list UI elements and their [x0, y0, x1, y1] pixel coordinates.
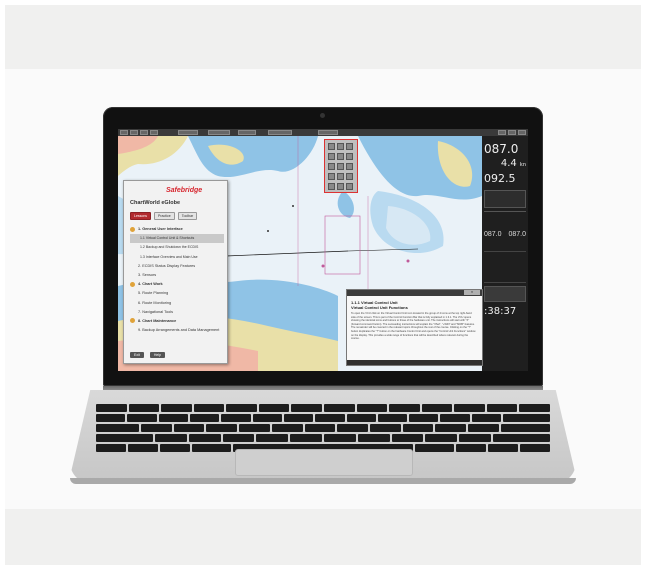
vcu-key[interactable] [346, 183, 353, 190]
clock-readout: :38:37 [484, 306, 517, 317]
course-menu-window: Safebridge ChartWorld eGlobe Lessons Pra… [123, 180, 228, 364]
course-readout: 092.5 [484, 172, 516, 185]
lesson-item[interactable]: 1.3 Interface Overview and Main Use [130, 253, 224, 262]
lesson-item[interactable]: 7. Navigational Tools [130, 308, 224, 317]
laptop-base-lip [70, 478, 576, 484]
vcu-key[interactable] [346, 173, 353, 180]
keyboard-row [95, 424, 551, 432]
vcu-key[interactable] [328, 183, 335, 190]
reading-right: 087.0 [508, 231, 526, 238]
mode-panel[interactable] [484, 190, 526, 208]
toolbar-button[interactable] [140, 130, 148, 135]
help-button[interactable]: Help [149, 352, 166, 358]
info-panel-footer[interactable] [347, 360, 482, 365]
safebridge-logo: Safebridge [166, 187, 203, 194]
vcu-key[interactable] [346, 163, 353, 170]
reading-pair: 087.0 087.0 [484, 231, 526, 238]
toolbar-button[interactable] [508, 130, 516, 135]
lesson-item[interactable]: 1.2 Backup and Shutdown the ECDIS [130, 243, 224, 252]
heading-readout: 087.0 [484, 142, 519, 156]
laptop-trackpad [235, 449, 413, 476]
info-panel-header: ✕ [347, 290, 482, 296]
lesson-item[interactable]: 1. General User Interface [130, 225, 224, 234]
webcam [320, 113, 325, 118]
tab-lessons[interactable]: Lessons [130, 212, 152, 220]
virtual-control-unit[interactable] [324, 139, 358, 193]
vcu-key[interactable] [328, 153, 335, 160]
keyboard-row [96, 414, 550, 422]
lesson-list: 1. General User Interface 1.1 Virtual Co… [130, 225, 224, 335]
vcu-key[interactable] [328, 173, 335, 180]
laptop-keyboard [95, 404, 551, 452]
vcu-key[interactable] [337, 143, 344, 150]
info-subheading: Virtual Control Unit Functions [351, 305, 408, 310]
reading-left: 087.0 [484, 231, 502, 238]
lesson-item[interactable]: 2. ECDIS Status Display Features [130, 262, 224, 271]
exit-button[interactable]: Exit [130, 352, 144, 358]
background-band-bottom [5, 509, 641, 565]
lesson-item[interactable]: 5. Route Planning [130, 289, 224, 298]
divider [484, 211, 526, 212]
course-tabs: Lessons Practice Toolbar [130, 212, 198, 220]
background-band-top [5, 5, 641, 69]
toolbar-button[interactable] [318, 130, 338, 135]
speed-readout: 4.4 kn [484, 158, 526, 169]
section-dot-icon [130, 226, 135, 232]
lesson-item[interactable]: 6. Route Monitoring [130, 299, 224, 308]
vcu-key[interactable] [328, 163, 335, 170]
lesson-item[interactable]: 8. Chart Maintenance [130, 317, 224, 326]
sensor-sidebar: 087.0 4.4 kn 092.5 087.0 087.0 :38:37 [482, 136, 528, 371]
toolbar-button[interactable] [498, 130, 506, 135]
dialog-buttons: Exit Help [130, 352, 166, 358]
toolbar-button[interactable] [208, 130, 230, 135]
info-body-text: To open the VCU click on the Virtual Con… [351, 312, 476, 341]
lesson-item[interactable]: 9. Backup Arrangements and Data Manageme… [130, 326, 224, 335]
vcu-key[interactable] [337, 163, 344, 170]
laptop-lid: 087.0 4.4 kn 092.5 087.0 087.0 :38:37 Sa… [103, 107, 543, 386]
vcu-key[interactable] [337, 183, 344, 190]
ecdis-toolbar [118, 129, 528, 136]
vcu-key[interactable] [328, 143, 335, 150]
section-dot-icon [130, 318, 135, 324]
nav-data-panel [484, 251, 526, 283]
toolbar-button[interactable] [130, 130, 138, 135]
toolbar-button[interactable] [238, 130, 256, 135]
toolbar-button[interactable] [120, 130, 128, 135]
lesson-item-selected[interactable]: 1.1 Virtual Control Unit & Shortcuts [130, 234, 224, 244]
status-panel [484, 286, 526, 302]
tab-toolbar[interactable]: Toolbar [177, 212, 198, 220]
toolbar-button[interactable] [178, 130, 198, 135]
vcu-key[interactable] [346, 153, 353, 160]
course-title: ChartWorld eGlobe [130, 200, 181, 206]
section-dot-icon [130, 281, 135, 287]
lesson-item[interactable]: 3. Sensors [130, 271, 224, 280]
toolbar-button[interactable] [268, 130, 292, 135]
toolbar-button[interactable] [518, 130, 526, 135]
speed-value: 4.4 [500, 158, 517, 169]
tab-practice[interactable]: Practice [154, 212, 175, 220]
speed-unit: kn [519, 162, 526, 168]
keyboard-row [95, 404, 551, 412]
vcu-key[interactable] [337, 173, 344, 180]
keyboard-row [96, 434, 550, 442]
laptop-screen: 087.0 4.4 kn 092.5 087.0 087.0 :38:37 Sa… [118, 129, 528, 371]
vcu-key[interactable] [337, 153, 344, 160]
toolbar-button[interactable] [150, 130, 158, 135]
vcu-key[interactable] [346, 143, 353, 150]
close-button[interactable]: ✕ [464, 290, 480, 295]
lesson-info-panel: ✕ 1.1.1 Virtual Control Unit Virtual Con… [346, 289, 483, 366]
lesson-item[interactable]: 4. Chart Work [130, 280, 224, 289]
